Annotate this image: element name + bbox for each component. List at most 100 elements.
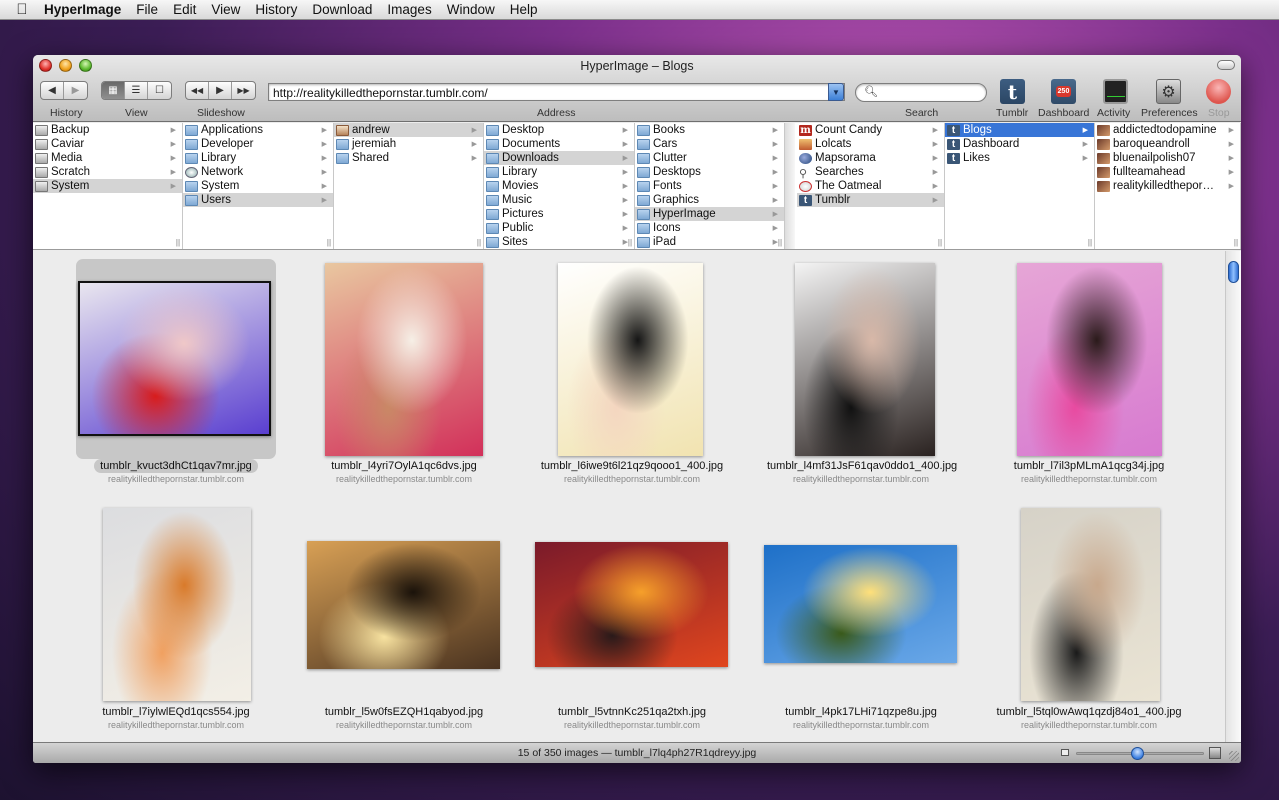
dashboard-badge: 250 [1055, 86, 1072, 97]
browser-item[interactable]: andrew ▶ [334, 123, 483, 137]
scrollbar-thumb[interactable] [1228, 261, 1239, 283]
browser-item[interactable]: Movies ▶ [484, 179, 634, 193]
browser-item[interactable]: Library ▶ [183, 151, 333, 165]
dashboard-button[interactable]: 250 [1051, 79, 1076, 104]
next-button[interactable]: ▶▶ [232, 82, 255, 99]
play-button[interactable]: ▶ [209, 82, 232, 99]
browser-item[interactable]: t Blogs ▶ [945, 123, 1094, 137]
browser-item[interactable]: Public ▶ [484, 221, 634, 235]
small-thumbnail-icon[interactable] [1061, 749, 1069, 756]
preferences-button[interactable]: ⚙ [1156, 79, 1181, 104]
browser-item[interactable]: realitykilledthepor… ▶ [1095, 179, 1240, 193]
browser-item[interactable]: t Likes ▶ [945, 151, 1094, 165]
thumbnail-image[interactable] [103, 508, 251, 701]
browser-item[interactable]: Media ▶ [33, 151, 182, 165]
image-thumbnail[interactable]: tumblr_l5tql0wAwq1qzdj84o1_400.jpg realit… [989, 251, 1189, 742]
menu-images[interactable]: Images [387, 2, 431, 17]
browser-item[interactable]: Desktops ▶ [635, 165, 784, 179]
browser-item[interactable]: The Oatmeal ▶ [797, 179, 944, 193]
address-field[interactable]: http://realitykilledthepornstar.tumblr.c… [268, 83, 845, 101]
browser-item[interactable]: addictedtodopamine ▶ [1095, 123, 1240, 137]
forward-button[interactable]: ▶ [64, 82, 87, 99]
column-resize-grip[interactable]: || [1086, 238, 1094, 247]
image-thumbnail[interactable]: tumblr_l5w0fsEZQH1qabyod.jpg realitykille… [304, 251, 504, 742]
search-field[interactable]: 🔍︎ [855, 83, 987, 102]
image-thumbnail[interactable]: tumblr_l4pk17LHi71qzpe8u.jpg realitykille… [761, 251, 961, 742]
browser-item[interactable]: Caviar ▶ [33, 137, 182, 151]
browser-item[interactable]: Graphics ▶ [635, 193, 784, 207]
browser-item[interactable]: Fonts ▶ [635, 179, 784, 193]
browser-item[interactable]: Mapsorama ▶ [797, 151, 944, 165]
tumblr-button[interactable]: t [1000, 79, 1025, 104]
browser-item[interactable]: Icons ▶ [635, 221, 784, 235]
image-thumbnail[interactable]: tumblr_l7iylwlEQd1qcs554.jpg realitykille… [76, 251, 276, 742]
browser-item[interactable]: Cars ▶ [635, 137, 784, 151]
grid-scrollbar[interactable] [1225, 251, 1241, 742]
browser-item[interactable]: System ▶ [33, 179, 182, 193]
browser-item[interactable]: Scratch ▶ [33, 165, 182, 179]
browser-item[interactable]: Music ▶ [484, 193, 634, 207]
browser-item[interactable]: Applications ▶ [183, 123, 333, 137]
single-view-button[interactable]: ☐ [148, 82, 171, 99]
browser-item[interactable]: Developer ▶ [183, 137, 333, 151]
browser-item[interactable]: bluenailpolish07 ▶ [1095, 151, 1240, 165]
browser-item[interactable]: baroqueandroll ▶ [1095, 137, 1240, 151]
browser-item[interactable]: Lolcats ▶ [797, 137, 944, 151]
browser-item[interactable]: Clutter ▶ [635, 151, 784, 165]
image-thumbnail[interactable]: tumblr_l5vtnnKc251qa2txh.jpg realitykille… [532, 251, 732, 742]
browser-item[interactable]: Books ▶ [635, 123, 784, 137]
column-resize-grip[interactable]: || [475, 238, 483, 247]
browser-item[interactable]: Network ▶ [183, 165, 333, 179]
browser-item[interactable]: Downloads ▶ [484, 151, 634, 165]
browser-item[interactable]: Backup ▶ [33, 123, 182, 137]
menu-history[interactable]: History [255, 2, 297, 17]
browser-item[interactable]: Sites ▶ [484, 235, 634, 249]
list-view-button[interactable]: ☰ [125, 82, 148, 99]
column-resize-grip[interactable]: || [776, 238, 784, 247]
address-dropdown-button[interactable]: ▼ [828, 83, 844, 101]
browser-item[interactable]: Shared ▶ [334, 151, 483, 165]
browser-item[interactable]: ⚲ Searches ▶ [797, 165, 944, 179]
toolbar-toggle-button[interactable] [1217, 60, 1235, 70]
resize-handle[interactable] [1229, 751, 1239, 761]
column-resize-grip[interactable]: || [325, 238, 333, 247]
menu-edit[interactable]: Edit [173, 2, 196, 17]
browser-item[interactable]: Users ▶ [183, 193, 333, 207]
grid-view-button[interactable]: ▦ [102, 82, 125, 99]
browser-item[interactable]: Pictures ▶ [484, 207, 634, 221]
activity-button[interactable] [1103, 79, 1128, 104]
disclosure-arrow-icon: ▶ [932, 155, 938, 162]
column-resize-grip[interactable]: || [1232, 238, 1240, 247]
browser-item[interactable]: System ▶ [183, 179, 333, 193]
menu-app-name[interactable]: HyperImage [44, 2, 121, 17]
browser-item[interactable]: t Tumblr ▶ [797, 193, 944, 207]
column-scrollbar[interactable] [785, 123, 795, 249]
browser-item[interactable]: t Dashboard ▶ [945, 137, 1094, 151]
apple-logo-icon[interactable]:  [0, 1, 44, 18]
menu-file[interactable]: File [136, 2, 158, 17]
large-thumbnail-icon[interactable] [1209, 747, 1221, 759]
column-resize-grip[interactable]: || [626, 238, 634, 247]
thumbnail-image[interactable] [535, 542, 728, 667]
thumbnail-image[interactable] [764, 545, 957, 663]
back-button[interactable]: ◀ [41, 82, 64, 99]
menu-download[interactable]: Download [312, 2, 372, 17]
thumbnail-size-slider[interactable] [1076, 747, 1204, 760]
browser-item[interactable]: m Count Candy ▶ [797, 123, 944, 137]
browser-item[interactable]: Documents ▶ [484, 137, 634, 151]
menu-view[interactable]: View [211, 2, 240, 17]
column-resize-grip[interactable]: || [174, 238, 182, 247]
browser-item[interactable]: jeremiah ▶ [334, 137, 483, 151]
browser-item[interactable]: fullteamahead ▶ [1095, 165, 1240, 179]
menu-window[interactable]: Window [447, 2, 495, 17]
thumbnail-image[interactable] [1021, 508, 1160, 701]
browser-item[interactable]: Library ▶ [484, 165, 634, 179]
menu-help[interactable]: Help [510, 2, 538, 17]
browser-item[interactable]: iPad ▶ [635, 235, 784, 249]
browser-item[interactable]: Desktop ▶ [484, 123, 634, 137]
thumbnail-image[interactable] [307, 541, 500, 669]
browser-item[interactable]: HyperImage ▶ [635, 207, 784, 221]
column-resize-grip[interactable]: || [936, 238, 944, 247]
previous-button[interactable]: ◀◀ [186, 82, 209, 99]
stop-button[interactable] [1206, 79, 1231, 104]
